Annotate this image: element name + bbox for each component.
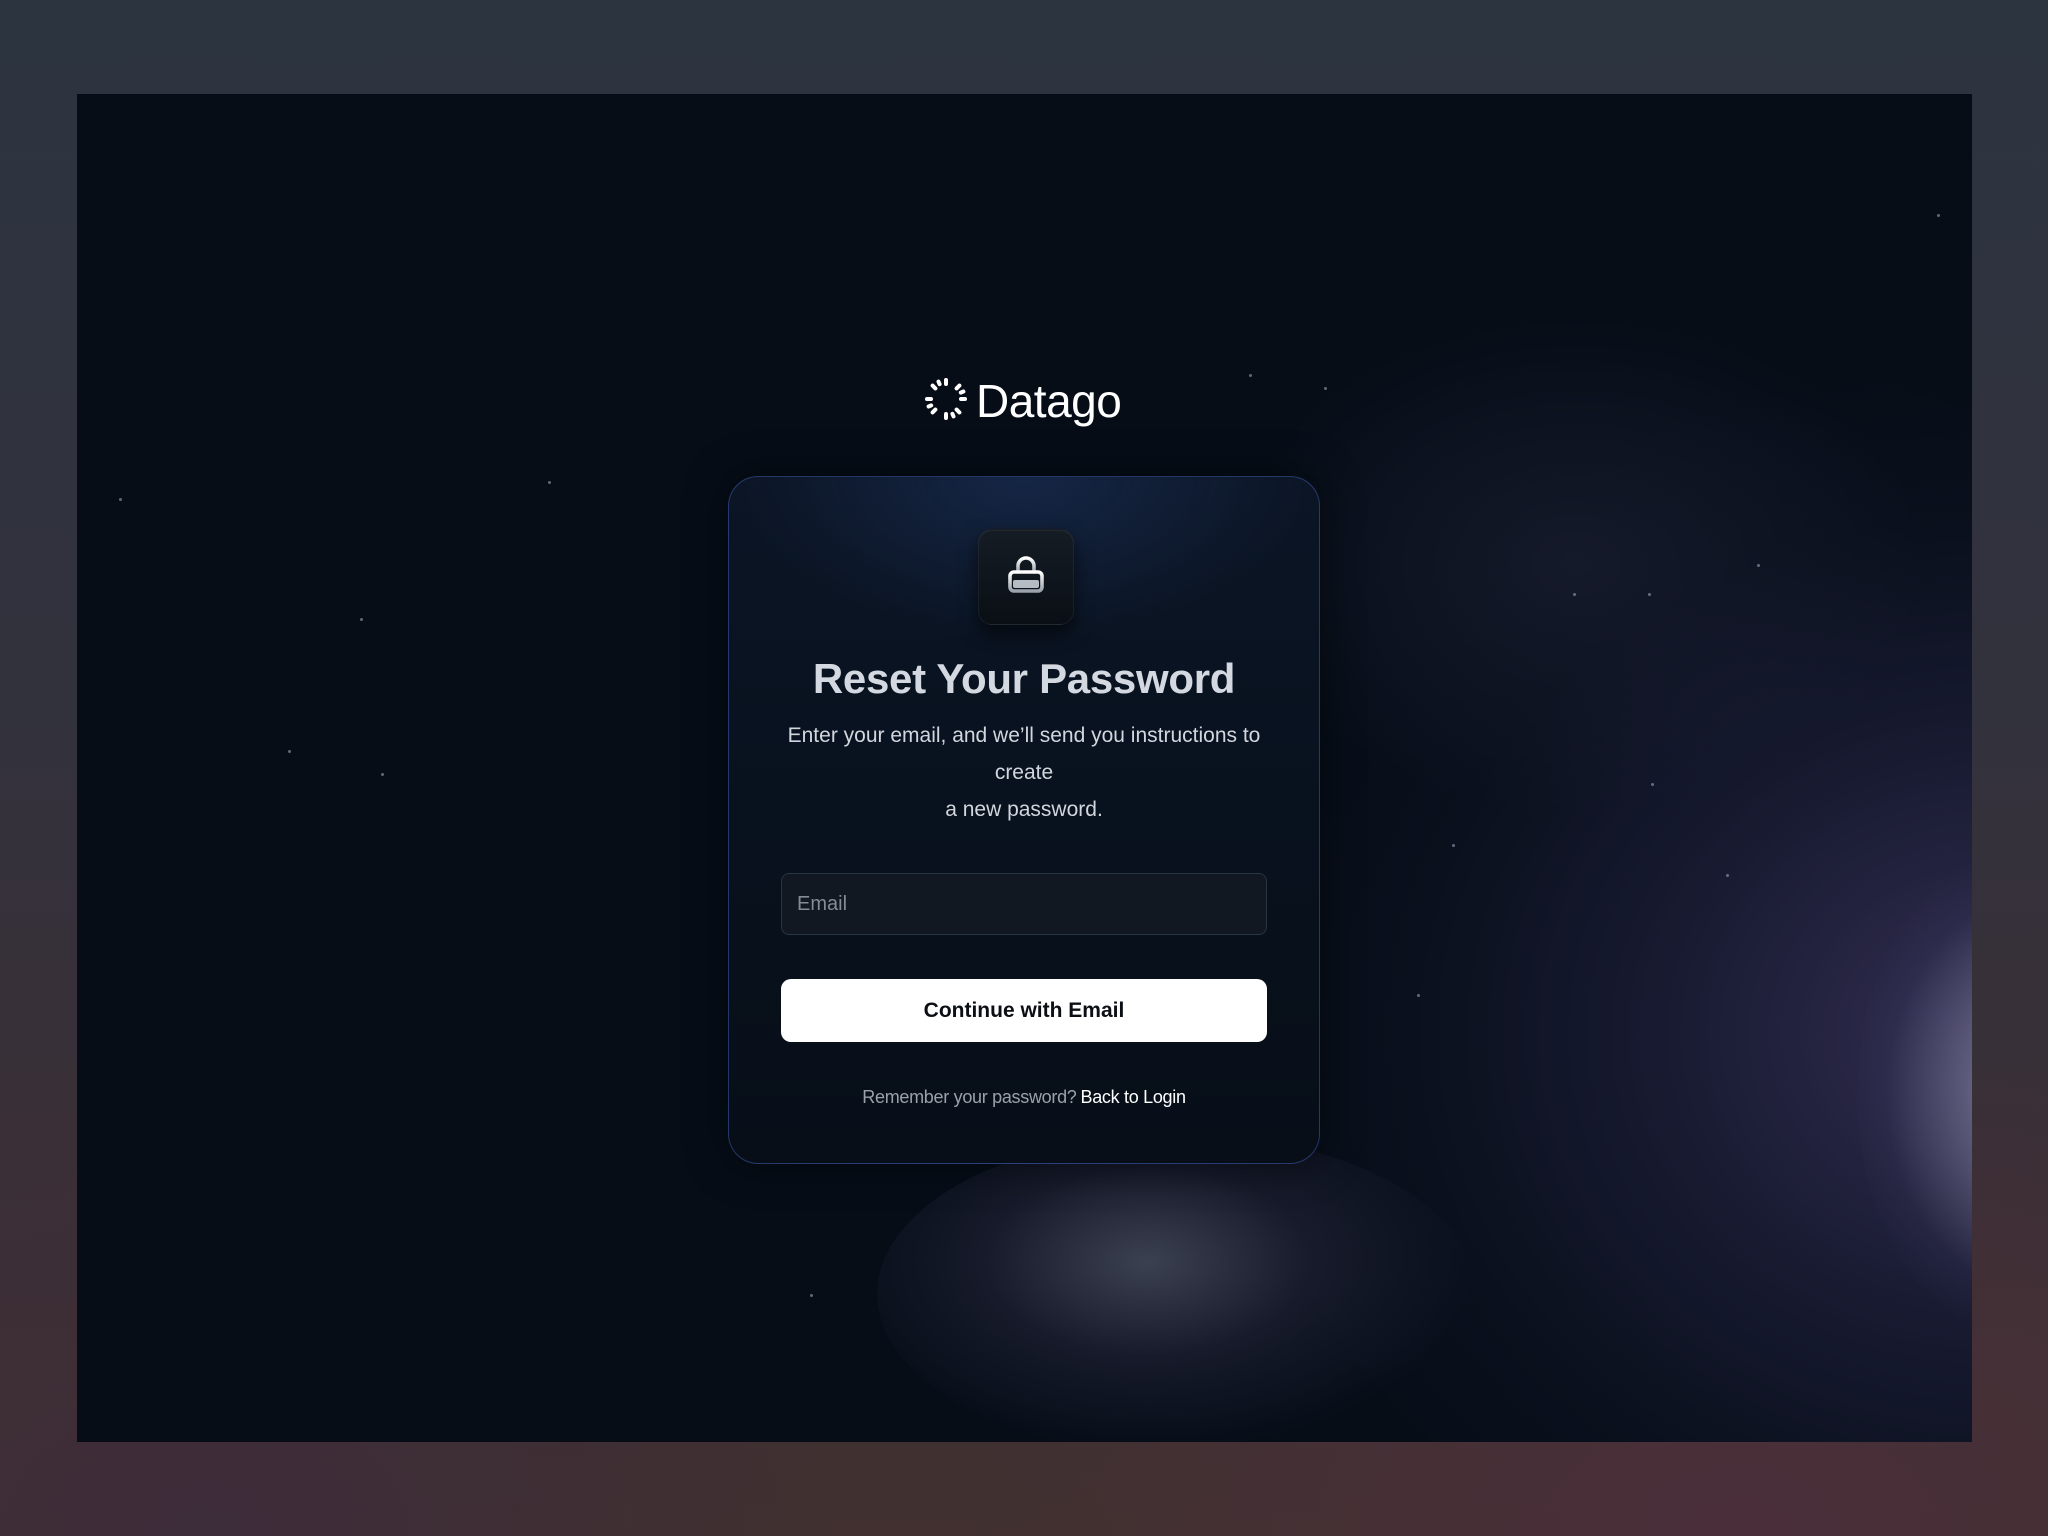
star-dot	[1648, 593, 1651, 596]
star-dot	[360, 618, 363, 621]
instructions-line: a new password.	[945, 798, 1103, 821]
brand-logo: Datago	[924, 374, 1122, 428]
star-dot	[810, 1294, 813, 1297]
star-dot	[1324, 387, 1327, 390]
star-dot	[1651, 783, 1654, 786]
star-dot	[1417, 994, 1420, 997]
continue-with-email-button[interactable]: Continue with Email	[781, 979, 1267, 1042]
star-dot	[1726, 874, 1729, 877]
star-dot	[1249, 374, 1252, 377]
lock-icon-tile	[978, 529, 1074, 625]
star-dot	[381, 773, 384, 776]
page-title: Reset Your Password	[812, 655, 1236, 702]
star-dot	[119, 498, 122, 501]
instructions-line: create	[994, 761, 1054, 784]
instructions-line: Enter your email, and we’ll send you ins…	[787, 724, 1261, 747]
star-dot	[548, 481, 551, 484]
back-to-login-link[interactable]: Back to Login	[1081, 1087, 1186, 1107]
star-dot	[1757, 564, 1760, 567]
background-glow	[877, 1134, 1477, 1442]
instructions-text: Enter your email, and we’ll send you ins…	[769, 717, 1279, 828]
remember-password-text: Remember your password?	[862, 1087, 1077, 1107]
dotted-circle-logo-icon	[924, 377, 968, 426]
login-prompt: Remember your password? Back to Login	[729, 1087, 1319, 1108]
email-field[interactable]	[781, 873, 1267, 935]
star-dot	[1937, 214, 1940, 217]
reset-password-card: Reset Your Password Enter your email, an…	[728, 476, 1320, 1164]
brand-name: Datago	[976, 375, 1122, 427]
star-dot	[1573, 593, 1576, 596]
lock-icon	[1003, 552, 1049, 603]
star-dot	[288, 750, 291, 753]
star-dot	[1452, 844, 1455, 847]
